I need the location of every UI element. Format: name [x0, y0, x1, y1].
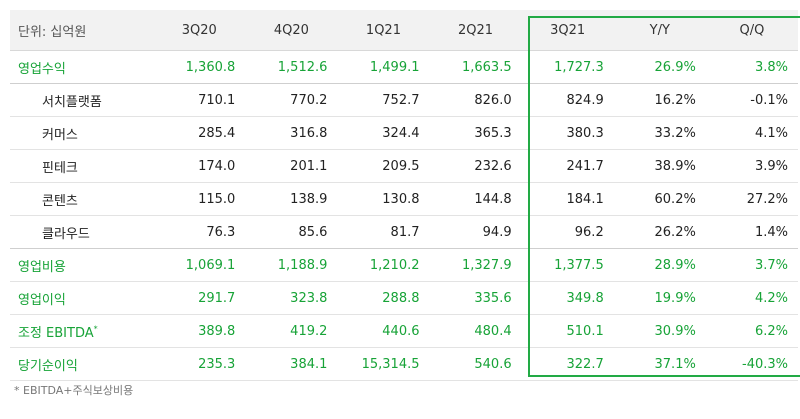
table-cell: 316.8 — [245, 116, 338, 150]
table-cell: 81.7 — [337, 215, 430, 249]
table-cell: 1,188.9 — [245, 248, 338, 282]
table-cell: 285.4 — [153, 116, 246, 150]
table-cell: 138.9 — [245, 182, 338, 216]
table-cell: 540.6 — [429, 347, 522, 381]
table-cell: 770.2 — [245, 83, 338, 117]
table-cell: 94.9 — [429, 215, 522, 249]
table-cell: 209.5 — [337, 149, 430, 183]
table-cell: 389.8 — [153, 314, 246, 348]
row-label: 조정 EBITDA* — [10, 314, 154, 348]
table-cell: 232.6 — [429, 149, 522, 183]
footnote: * EBITDA+주식보상비용 — [14, 384, 134, 397]
table-cell: 144.8 — [429, 182, 522, 216]
unit-label: 단위: 십억원 — [10, 10, 154, 51]
table-cell: 1,360.8 — [153, 50, 246, 84]
table-cell: 384.1 — [245, 347, 338, 381]
table-cell: 1,512.6 — [245, 50, 338, 84]
row-label-text: 영업비용 — [18, 259, 66, 275]
table-cell: 201.1 — [245, 149, 338, 183]
table-cell: 1,327.9 — [429, 248, 522, 282]
row-label: 커머스 — [10, 116, 154, 150]
table-cell: 174.0 — [153, 149, 246, 183]
row-label: 클라우드 — [10, 215, 154, 249]
row-label-text: 커머스 — [42, 127, 78, 143]
table-cell: 1,663.5 — [429, 50, 522, 84]
table-cell: 323.8 — [245, 281, 338, 315]
table-cell: 1,499.1 — [337, 50, 430, 84]
col-header-3q20: 3Q20 — [153, 10, 246, 51]
row-label-text: 콘텐츠 — [42, 193, 78, 209]
row-label-text: 핀테크 — [42, 160, 78, 176]
row-label: 영업이익 — [10, 281, 154, 315]
table-cell: 710.1 — [153, 83, 246, 117]
financial-table-container: 단위: 십억원 3Q20 4Q20 1Q21 2Q21 3Q21 Y/Y Q/Q… — [10, 10, 800, 381]
row-label-text: 당기순이익 — [18, 358, 78, 374]
row-label: 서치플랫폼 — [10, 83, 154, 117]
col-header-4q20: 4Q20 — [245, 10, 338, 51]
col-header-1q21: 1Q21 — [337, 10, 430, 51]
row-label-text: 영업수익 — [18, 61, 66, 77]
highlight-box-3q21 — [528, 16, 800, 377]
table-cell: 419.2 — [245, 314, 338, 348]
row-label: 당기순이익 — [10, 347, 154, 381]
table-cell: 335.6 — [429, 281, 522, 315]
table-cell: 15,314.5 — [337, 347, 430, 381]
table-cell: 365.3 — [429, 116, 522, 150]
table-cell: 480.4 — [429, 314, 522, 348]
row-label-text: 영업이익 — [18, 292, 66, 308]
table-cell: 288.8 — [337, 281, 430, 315]
table-cell: 291.7 — [153, 281, 246, 315]
row-label: 핀테크 — [10, 149, 154, 183]
table-cell: 324.4 — [337, 116, 430, 150]
row-label: 영업수익 — [10, 50, 154, 84]
table-cell: 115.0 — [153, 182, 246, 216]
table-cell: 752.7 — [337, 83, 430, 117]
row-label-text: 서치플랫폼 — [42, 94, 102, 110]
table-cell: 85.6 — [245, 215, 338, 249]
table-cell: 1,210.2 — [337, 248, 430, 282]
row-label: 영업비용 — [10, 248, 154, 282]
table-cell: 235.3 — [153, 347, 246, 381]
table-cell: 76.3 — [153, 215, 246, 249]
row-label: 콘텐츠 — [10, 182, 154, 216]
row-label-text: 조정 EBITDA — [18, 325, 94, 341]
footnote-marker: * — [93, 324, 98, 334]
col-header-2q21: 2Q21 — [429, 10, 522, 51]
table-cell: 1,069.1 — [153, 248, 246, 282]
table-cell: 130.8 — [337, 182, 430, 216]
table-cell: 440.6 — [337, 314, 430, 348]
table-cell: 826.0 — [429, 83, 522, 117]
row-label-text: 클라우드 — [42, 226, 90, 242]
